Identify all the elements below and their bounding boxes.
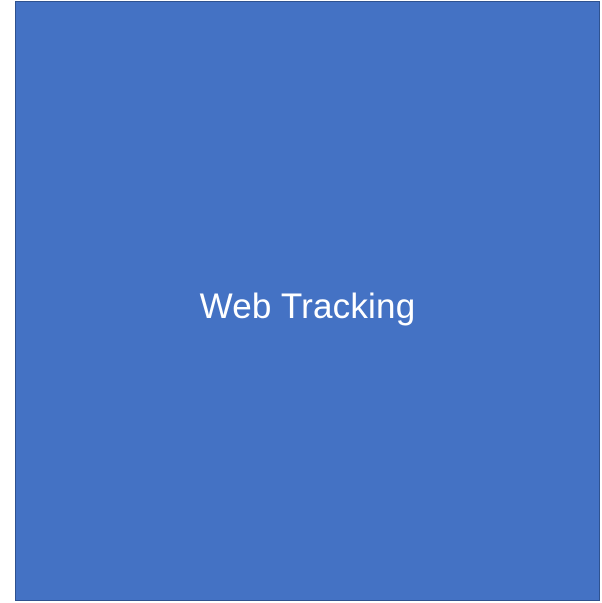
diagram-canvas: Web Tracking [0,0,602,603]
block-label: Web Tracking [199,287,416,326]
web-tracking-block: Web Tracking [15,1,600,601]
